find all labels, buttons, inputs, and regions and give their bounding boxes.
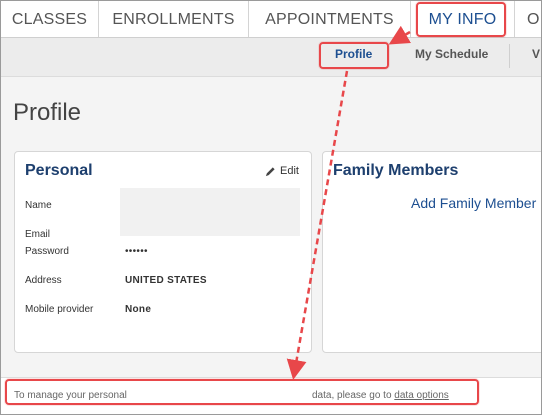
address-value: UNITED STATES xyxy=(125,275,207,286)
sub-nav: Profile My Schedule V xyxy=(1,38,541,77)
subnav-profile[interactable]: Profile xyxy=(335,47,372,61)
add-family-member-link[interactable]: Add Family Member xyxy=(411,195,536,211)
email-label: Email xyxy=(25,229,51,240)
family-members-card: Family Members Add Family Member xyxy=(322,151,541,353)
subnav-divider xyxy=(509,44,510,68)
password-value: •••••• xyxy=(125,246,148,257)
tab-overflow[interactable]: O xyxy=(515,1,541,37)
mobile-provider-label: Mobile provider xyxy=(25,304,94,315)
personal-card: Personal Edit Name Email Password ••••••… xyxy=(14,151,312,353)
redacted-personal-info xyxy=(120,188,300,236)
subnav-overflow[interactable]: V xyxy=(532,47,540,61)
subnav-my-schedule[interactable]: My Schedule xyxy=(415,47,488,61)
pencil-icon xyxy=(265,166,275,176)
app-frame: CLASSES ENROLLMENTS APPOINTMENTS MY INFO… xyxy=(0,0,542,415)
page-title: Profile xyxy=(13,99,82,126)
top-nav-tabs: CLASSES ENROLLMENTS APPOINTMENTS MY INFO… xyxy=(1,1,541,38)
footer-text-start: To manage your personal xyxy=(14,390,127,401)
tab-classes[interactable]: CLASSES xyxy=(1,1,99,37)
password-label: Password xyxy=(25,246,69,257)
footer-text-middle: data, please go to xyxy=(312,390,392,401)
mobile-provider-value: None xyxy=(125,304,152,315)
tab-my-info[interactable]: MY INFO xyxy=(411,1,515,37)
data-options-link[interactable]: data options xyxy=(394,390,449,401)
footer: To manage your personal data, please go … xyxy=(1,377,541,414)
edit-button[interactable]: Edit xyxy=(265,165,299,177)
edit-label: Edit xyxy=(280,165,299,177)
footer-text-end: data, please go to data options xyxy=(312,390,449,401)
tab-enrollments[interactable]: ENROLLMENTS xyxy=(99,1,249,37)
address-label: Address xyxy=(25,275,62,286)
tab-appointments[interactable]: APPOINTMENTS xyxy=(249,1,411,37)
family-card-title: Family Members xyxy=(333,162,459,179)
name-label: Name xyxy=(25,200,52,211)
personal-card-title: Personal xyxy=(25,162,93,179)
